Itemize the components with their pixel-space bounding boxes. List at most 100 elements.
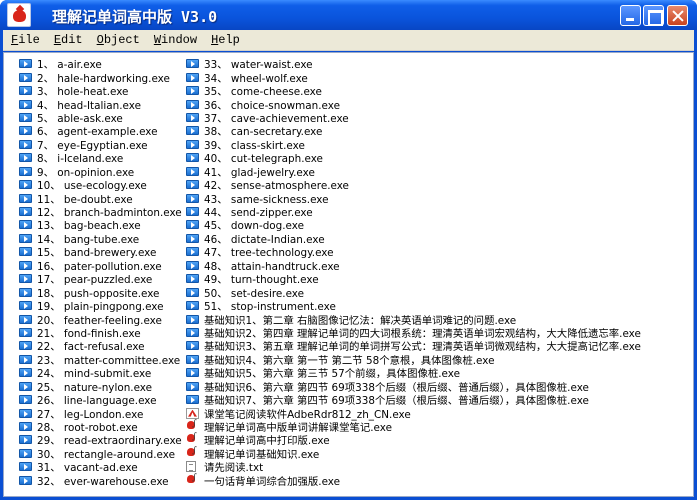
file-item[interactable]: 理解记单词高中打印版.exe bbox=[186, 432, 641, 447]
file-item[interactable]: 42、 sense-atmosphere.exe bbox=[186, 178, 641, 192]
file-item[interactable]: 16、 pater-pollution.exe bbox=[19, 259, 182, 273]
title-bar[interactable]: 理解记单词高中版 V3.0 bbox=[0, 0, 697, 30]
exe-icon bbox=[186, 247, 199, 257]
file-item[interactable]: 3、 hole-heat.exe bbox=[19, 84, 182, 98]
file-item[interactable]: 48、 attain-handtruck.exe bbox=[186, 259, 641, 273]
exe-icon bbox=[19, 72, 32, 82]
exe-icon bbox=[19, 153, 32, 163]
file-item[interactable]: 51、 stop-instrument.exe bbox=[186, 299, 641, 313]
file-item[interactable]: 43、 same-sickness.exe bbox=[186, 191, 641, 206]
file-item[interactable]: 18、 push-opposite.exe bbox=[19, 285, 182, 300]
file-item[interactable]: 34、 wheel-wolf.exe bbox=[186, 70, 641, 85]
exe-icon bbox=[19, 126, 32, 136]
file-item[interactable]: 39、 class-skirt.exe bbox=[186, 138, 641, 152]
menu-window[interactable]: Window bbox=[154, 33, 197, 47]
exe-icon bbox=[19, 354, 32, 364]
exe-icon bbox=[19, 381, 32, 391]
file-item[interactable]: 35、 come-cheese.exe bbox=[186, 84, 641, 98]
file-item[interactable]: 44、 send-zipper.exe bbox=[186, 205, 641, 219]
file-item[interactable]: 23、 matter-committee.exe bbox=[19, 353, 182, 367]
file-item[interactable]: 理解记单词基础知识.exe bbox=[186, 446, 641, 461]
file-item[interactable]: 基础知识2、第四章 理解记单词的四大词根系统：理清英语单词宏观结构，大大降低遗忘… bbox=[186, 326, 641, 340]
file-item[interactable]: 13、 bag-beach.exe bbox=[19, 218, 182, 232]
file-item[interactable]: 26、 line-language.exe bbox=[19, 393, 182, 407]
exe-icon bbox=[186, 395, 199, 405]
menu-file[interactable]: File bbox=[11, 33, 40, 47]
file-item[interactable]: 41、 glad-jewelry.exe bbox=[186, 165, 641, 179]
menu-object[interactable]: Object bbox=[97, 33, 140, 47]
file-list-panel: 1、 a-air.exe 2、 hale-hardworking.exe 3、 ho… bbox=[3, 52, 694, 497]
file-item[interactable]: 12、 branch-badminton.exe bbox=[19, 205, 182, 219]
file-item[interactable]: 25、 nature-nylon.exe bbox=[19, 380, 182, 394]
file-item[interactable]: 33、 water-waist.exe bbox=[186, 57, 641, 71]
window-title: 理解记单词高中版 V3.0 bbox=[52, 8, 218, 26]
menu-edit[interactable]: Edit bbox=[54, 33, 83, 47]
file-item[interactable]: 10、 use-ecology.exe bbox=[19, 178, 182, 192]
file-item[interactable]: 11、 be-doubt.exe bbox=[19, 191, 182, 206]
file-item[interactable]: 37、 cave-achievement.exe bbox=[186, 111, 641, 125]
file-item[interactable]: 7、 eye-Egyptian.exe bbox=[19, 138, 182, 152]
app-logo-icon[interactable] bbox=[7, 3, 31, 27]
file-item[interactable]: 理解记单词高中版单词讲解课堂笔记.exe bbox=[186, 419, 641, 434]
app-icon bbox=[186, 446, 199, 459]
file-item[interactable]: 46、 dictate-Indian.exe bbox=[186, 232, 641, 246]
exe-icon bbox=[19, 327, 32, 337]
file-item[interactable]: 21、 fond-finish.exe bbox=[19, 326, 182, 340]
exe-icon bbox=[19, 220, 32, 230]
file-item[interactable]: 15、 band-brewery.exe bbox=[19, 245, 182, 259]
app-icon bbox=[186, 432, 199, 445]
file-item[interactable]: 30、 rectangle-around.exe bbox=[19, 447, 182, 461]
file-item[interactable]: 36、 choice-snowman.exe bbox=[186, 97, 641, 112]
app-icon bbox=[186, 419, 199, 432]
file-item[interactable]: 请先阅读.txt bbox=[186, 460, 641, 474]
close-button[interactable] bbox=[667, 5, 688, 26]
exe-icon bbox=[186, 180, 199, 190]
exe-icon bbox=[19, 301, 32, 311]
file-item[interactable]: 5、 able-ask.exe bbox=[19, 111, 182, 125]
file-item[interactable]: 24、 mind-submit.exe bbox=[19, 366, 182, 380]
exe-icon bbox=[186, 153, 199, 163]
file-item[interactable]: 27、 leg-London.exe bbox=[19, 406, 182, 421]
file-item[interactable]: 50、 set-desire.exe bbox=[186, 285, 641, 300]
exe-icon bbox=[19, 233, 32, 243]
file-item[interactable]: 1、 a-air.exe bbox=[19, 57, 182, 71]
file-item[interactable]: 9、 on-opinion.exe bbox=[19, 165, 182, 179]
file-item[interactable]: 4、 head-Italian.exe bbox=[19, 97, 182, 112]
exe-icon bbox=[186, 139, 199, 149]
file-item[interactable]: 19、 plain-pingpong.exe bbox=[19, 299, 182, 313]
file-item[interactable]: 45、 down-dog.exe bbox=[186, 218, 641, 232]
file-item[interactable]: 32、 ever-warehouse.exe bbox=[19, 474, 182, 488]
file-item[interactable]: 38、 can-secretary.exe bbox=[186, 124, 641, 138]
exe-icon bbox=[19, 207, 32, 217]
file-item[interactable]: 31、 vacant-ad.exe bbox=[19, 460, 182, 474]
file-item[interactable]: 基础知识3、第五章 理解记单词的单词拼写公式：理清英语单词微观结构，大大提高记忆… bbox=[186, 339, 641, 353]
file-item[interactable]: 28、 root-robot.exe bbox=[19, 420, 182, 434]
file-item[interactable]: 基础知识7、第六章 第四节 69项338个后缀（根后缀、普通后缀），具体图像桩.… bbox=[186, 393, 641, 407]
file-item[interactable]: 2、 hale-hardworking.exe bbox=[19, 70, 182, 85]
minimize-button[interactable] bbox=[620, 5, 641, 26]
exe-icon bbox=[186, 368, 199, 378]
menu-bar: File Edit Object Window Help bbox=[3, 30, 694, 51]
file-item[interactable]: 6、 agent-example.exe bbox=[19, 124, 182, 138]
file-item[interactable]: 40、 cut-telegraph.exe bbox=[186, 151, 641, 165]
file-name: 一句话背单词综合加强版.exe bbox=[204, 475, 341, 488]
file-item[interactable]: 20、 feather-feeling.exe bbox=[19, 312, 182, 327]
file-item[interactable]: 基础知识1、第二章 右脑图像记忆法：解决英语单词难记的问题.exe bbox=[186, 312, 641, 327]
file-item[interactable]: 14、 bang-tube.exe bbox=[19, 232, 182, 246]
file-item[interactable]: 基础知识4、第六章 第一节 第二节 58个意根，具体图像桩.exe bbox=[186, 353, 641, 367]
file-item[interactable]: 47、 tree-technology.exe bbox=[186, 245, 641, 259]
exe-icon bbox=[186, 220, 199, 230]
file-item[interactable]: 29、 read-extraordinary.exe bbox=[19, 433, 182, 447]
file-item[interactable]: 基础知识5、第六章 第三节 57个前缀，具体图像桩.exe bbox=[186, 366, 641, 380]
maximize-button[interactable] bbox=[643, 5, 664, 26]
exe-icon bbox=[19, 260, 32, 270]
file-item[interactable]: 49、 turn-thought.exe bbox=[186, 272, 641, 286]
exe-icon bbox=[19, 314, 32, 324]
file-item[interactable]: 基础知识6、第六章 第四节 69项338个后缀（根后缀、普通后缀），具体图像桩.… bbox=[186, 380, 641, 394]
file-item[interactable]: 8、 i-Iceland.exe bbox=[19, 151, 182, 165]
menu-help[interactable]: Help bbox=[211, 33, 240, 47]
file-item[interactable]: 17、 pear-puzzled.exe bbox=[19, 272, 182, 286]
file-item[interactable]: 22、 fact-refusal.exe bbox=[19, 339, 182, 353]
file-item[interactable]: 一句话背单词综合加强版.exe bbox=[186, 473, 641, 488]
file-item[interactable]: 课堂笔记阅读软件AdbeRdr812_zh_CN.exe bbox=[186, 406, 641, 421]
